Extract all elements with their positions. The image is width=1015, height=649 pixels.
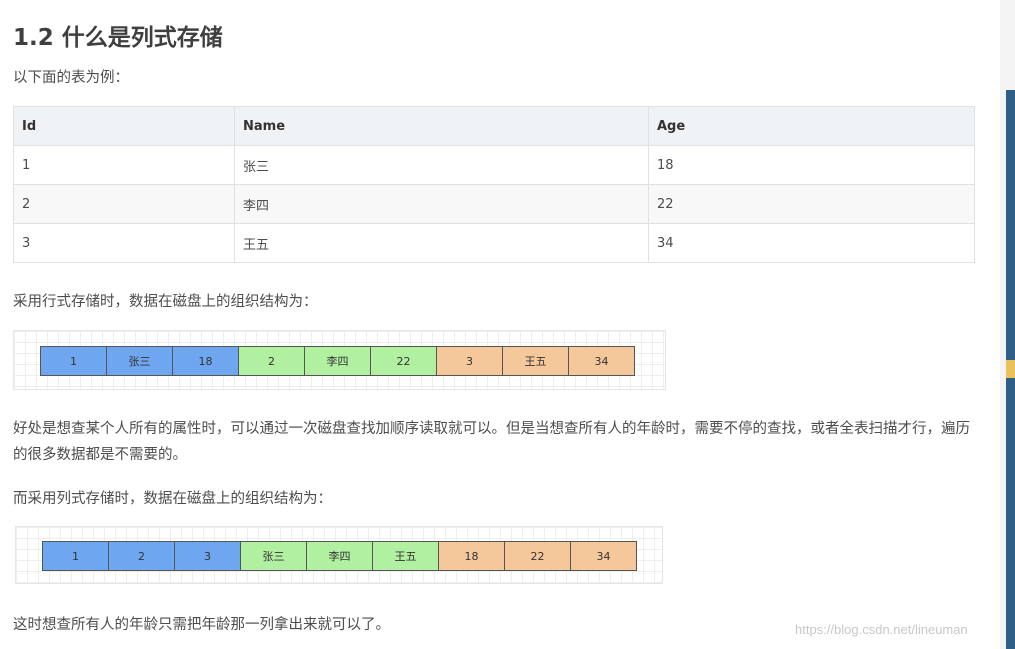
- storage-cell-orange: 22: [504, 541, 571, 571]
- table-cell: 34: [648, 223, 975, 263]
- storage-cell-blue: 张三: [106, 346, 173, 376]
- column-storage-explanation: 这时想查所有人的年龄只需把年龄那一列拿出来就可以了。: [13, 617, 390, 633]
- table-row: 3 王五 34: [13, 223, 975, 263]
- column-storage-paragraph: 而采用列式存储时，数据在磁盘上的组织结构为：: [13, 491, 332, 507]
- column-header-id: Id: [13, 106, 235, 146]
- table-row: 1 张三 18: [13, 145, 975, 185]
- row-storage-paragraph: 采用行式存储时，数据在磁盘上的组织结构为：: [13, 294, 318, 310]
- storage-cell-green: 李四: [306, 541, 373, 571]
- intro-paragraph: 以下面的表为例：: [13, 70, 129, 86]
- storage-cell-blue: 1: [40, 346, 107, 376]
- storage-cell-green: 22: [370, 346, 437, 376]
- column-header-name: Name: [234, 106, 649, 146]
- column-header-age: Age: [648, 106, 975, 146]
- row-storage-explanation: 好处是想查某个人所有的属性时，可以通过一次磁盘查找加顺序读取就可以。但是当想查所…: [13, 421, 970, 463]
- section-heading: 1.2 什么是列式存储: [13, 25, 223, 51]
- table-header-row: Id Name Age: [13, 106, 975, 146]
- row-storage-diagram: 1 张三 18 2 李四 22 3 王五 34: [13, 330, 666, 390]
- storage-cell-blue: 1: [42, 541, 109, 571]
- storage-cell-blue: 18: [172, 346, 239, 376]
- table-cell: 2: [13, 184, 235, 224]
- storage-cell-green: 张三: [240, 541, 307, 571]
- column-storage-cells: 1 2 3 张三 李四 王五 18 22 34: [42, 541, 637, 571]
- storage-cell-orange: 3: [436, 346, 503, 376]
- table-cell: 王五: [234, 223, 649, 263]
- table-cell: 1: [13, 145, 235, 185]
- storage-cell-blue: 3: [174, 541, 241, 571]
- storage-cell-orange: 王五: [502, 346, 569, 376]
- table-cell: 3: [13, 223, 235, 263]
- storage-cell-orange: 18: [438, 541, 505, 571]
- table-cell: 22: [648, 184, 975, 224]
- example-table: Id Name Age 1 张三 18 2 李四 22 3 王五 34: [13, 106, 975, 263]
- storage-cell-green: 王五: [372, 541, 439, 571]
- table-cell: 李四: [234, 184, 649, 224]
- side-panel-badge: [1006, 360, 1015, 378]
- storage-cell-orange: 34: [568, 346, 635, 376]
- table-row: 2 李四 22: [13, 184, 975, 224]
- storage-cell-green: 李四: [304, 346, 371, 376]
- table-cell: 张三: [234, 145, 649, 185]
- storage-cell-blue: 2: [108, 541, 175, 571]
- watermark: https://blog.csdn.net/lineuman: [795, 622, 968, 637]
- row-storage-cells: 1 张三 18 2 李四 22 3 王五 34: [40, 346, 635, 376]
- storage-cell-green: 2: [238, 346, 305, 376]
- storage-cell-orange: 34: [570, 541, 637, 571]
- table-cell: 18: [648, 145, 975, 185]
- column-storage-diagram: 1 2 3 张三 李四 王五 18 22 34: [15, 526, 663, 584]
